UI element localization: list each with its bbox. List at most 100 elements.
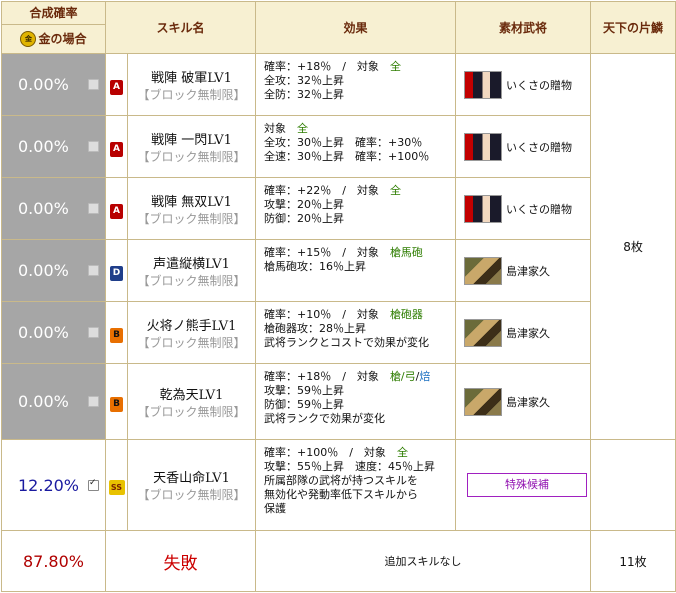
effect-line: 確率：+10％ / 対象 槍砲器 bbox=[264, 308, 451, 322]
effect-line: 槍馬砲攻：16％上昇 bbox=[264, 260, 451, 274]
skill-name: 戦陣 破軍LV1 bbox=[151, 70, 232, 86]
rate-cell: 0.00% bbox=[1, 239, 106, 302]
effect-line: 確率：+18％ / 対象 槍/弓/焙 bbox=[264, 370, 451, 384]
skill-cell: 声遣縦横LV1 【ブロック無制限】 bbox=[126, 239, 257, 302]
select-checkbox[interactable] bbox=[88, 478, 99, 491]
effect-line: 防御：20％上昇 bbox=[264, 212, 451, 226]
header-effect: 効果 bbox=[255, 1, 457, 54]
effect-line: 保護 bbox=[264, 502, 451, 516]
effect-line: 所属部隊の武将が持つスキルを bbox=[264, 474, 451, 488]
effect-text: 保護 bbox=[264, 502, 287, 515]
material-entry[interactable]: いくさの贈物 bbox=[464, 194, 590, 223]
header-row: 合成確率 金 金の場合 スキル名 効果 素材武将 天下の片鱗 bbox=[1, 1, 676, 54]
skill-limit: 【ブロック無制限】 bbox=[137, 211, 246, 226]
material-entry[interactable]: 島津家久 bbox=[464, 256, 590, 285]
material-entry[interactable]: 島津家久 bbox=[464, 387, 590, 416]
effect-line: 無効化や発動率低下スキルから bbox=[264, 488, 451, 502]
material-name: いくさの贈物 bbox=[506, 202, 573, 216]
rate-value: 0.00% bbox=[18, 392, 69, 411]
material-entry[interactable]: 島津家久 bbox=[464, 318, 590, 347]
select-checkbox[interactable] bbox=[88, 203, 99, 214]
rank-cell: A bbox=[105, 115, 128, 178]
gold-coin-icon: 金 bbox=[20, 31, 37, 47]
effect-target: 槍馬砲 bbox=[389, 246, 423, 259]
kunoichi-portrait[interactable] bbox=[464, 132, 503, 161]
prob-subtitle: 金 金の場合 bbox=[2, 25, 105, 53]
skill-limit: 【ブロック無制限】 bbox=[137, 273, 246, 288]
effect-target: 焙 bbox=[419, 370, 431, 383]
effect-text: 確率：+22％ / 対象 bbox=[264, 184, 390, 197]
rate-value: 0.00% bbox=[18, 75, 69, 94]
rate-value: 0.00% bbox=[18, 137, 69, 156]
rank-badge-icon: B bbox=[110, 328, 123, 343]
effect-target: 全 bbox=[297, 122, 309, 135]
rank-badge-icon: A bbox=[110, 80, 123, 95]
effect-target: 全 bbox=[396, 446, 408, 459]
rank-cell: B bbox=[105, 363, 128, 440]
header-material: 素材武将 bbox=[455, 1, 592, 54]
no-additional-skill: 追加スキルなし bbox=[255, 530, 592, 592]
tenka-count: 8枚 bbox=[590, 53, 676, 440]
material-name: 島津家久 bbox=[506, 264, 551, 278]
skill-limit: 【ブロック無制限】 bbox=[137, 488, 246, 502]
skill-cell: 戦陣 一閃LV1 【ブロック無制限】 bbox=[126, 115, 257, 178]
skill-cell: 乾為天LV1 【ブロック無制限】 bbox=[126, 363, 257, 440]
effect-cell: 確率：+22％ / 対象 全攻撃：20％上昇 防御：20％上昇 bbox=[255, 177, 457, 240]
select-checkbox[interactable] bbox=[88, 327, 99, 338]
effect-cell: 確率：+100％ / 対象 全攻撃：55％上昇 速度：45％上昇 所属部隊の武将が… bbox=[255, 439, 457, 531]
kunoichi-portrait[interactable] bbox=[464, 70, 503, 99]
effect-cell: 確率：+15％ / 対象 槍馬砲 槍馬砲攻：16％上昇 bbox=[255, 239, 457, 302]
tenka-count-fail: 11枚 bbox=[590, 530, 676, 592]
header-probability: 合成確率 金 金の場合 bbox=[1, 1, 106, 54]
rate-cell: 0.00% bbox=[1, 363, 106, 440]
rank-badge-icon: D bbox=[110, 266, 123, 281]
material-cell: 島津家久 bbox=[455, 301, 592, 364]
effect-text: 攻撃：55％上昇 速度：45％上昇 bbox=[264, 460, 436, 473]
effect-cell: 確率：+18％ / 対象 全全攻：32％上昇 全防：32％上昇 bbox=[255, 53, 457, 116]
effect-line: 確率：+22％ / 対象 全 bbox=[264, 184, 451, 198]
skill-row: 0.00% D 声遣縦横LV1 【ブロック無制限】 確率：+15％ / 対象 槍馬砲 槍馬… bbox=[1, 239, 676, 302]
header-tenka: 天下の片鱗 bbox=[590, 1, 676, 54]
shimazu-portrait[interactable] bbox=[464, 387, 503, 416]
material-entry[interactable]: いくさの贈物 bbox=[464, 132, 590, 161]
effect-line: 槍砲器攻：28％上昇 bbox=[264, 322, 451, 336]
effect-text: 防御：20％上昇 bbox=[264, 212, 345, 225]
skill-row: 0.00% A 戦陣 破軍LV1 【ブロック無制限】 確率：+18％ / 対象 全全攻：… bbox=[1, 53, 676, 440]
rate-cell: 0.00% bbox=[1, 53, 106, 116]
rank-cell: A bbox=[105, 53, 128, 116]
material-cell: 島津家久 bbox=[455, 239, 592, 302]
select-checkbox[interactable] bbox=[88, 79, 99, 90]
shimazu-portrait[interactable] bbox=[464, 256, 503, 285]
rate-cell: 0.00% bbox=[1, 301, 106, 364]
effect-line: 全防：32％上昇 bbox=[264, 88, 451, 102]
special-candidate-button[interactable]: 特殊候補 bbox=[467, 473, 588, 497]
select-checkbox[interactable] bbox=[88, 265, 99, 276]
skill-limit: 【ブロック無制限】 bbox=[137, 149, 246, 164]
kunoichi-portrait[interactable] bbox=[464, 194, 503, 223]
effect-target: 槍/弓 bbox=[389, 370, 416, 383]
effect-text: 武将ランクで効果が変化 bbox=[264, 412, 386, 425]
effect-line: 確率：+18％ / 対象 全 bbox=[264, 60, 451, 74]
material-entry[interactable]: いくさの贈物 bbox=[464, 70, 590, 99]
skill-fusion-table: 合成確率 金 金の場合 スキル名 効果 素材武将 天下の片鱗 0.00% A 戦陣 … bbox=[1, 1, 676, 592]
material-cell: 島津家久 bbox=[455, 363, 592, 440]
shimazu-portrait[interactable] bbox=[464, 318, 503, 347]
header-skill-name: スキル名 bbox=[104, 1, 257, 54]
effect-cell: 確率：+18％ / 対象 槍/弓/焙 攻撃：59％上昇 防御：59％上昇 武将ランクで… bbox=[255, 363, 457, 440]
effect-cell: 対象 全全攻：30％上昇 確率：+30％ 全速：30％上昇 確率：+100％ bbox=[255, 115, 457, 178]
select-checkbox[interactable] bbox=[88, 141, 99, 152]
prob-sub-label: 金の場合 bbox=[38, 32, 87, 46]
rate-cell: 0.00% bbox=[1, 177, 106, 240]
skill-row: 0.00% A 戦陣 無双LV1 【ブロック無制限】 確率：+22％ / 対象 全攻撃：… bbox=[1, 177, 676, 240]
rate-value: 12.20% bbox=[18, 475, 80, 495]
rate-cell: 0.00% bbox=[1, 115, 106, 178]
rank-cell: B bbox=[105, 301, 128, 364]
prob-title: 合成確率 bbox=[2, 2, 105, 25]
skill-cell: 火将ノ熊手LV1 【ブロック無制限】 bbox=[126, 301, 257, 364]
effect-text: 確率：+15％ / 対象 bbox=[264, 246, 390, 259]
effect-line: 確率：+100％ / 対象 全 bbox=[264, 446, 451, 460]
skill-name: 戦陣 無双LV1 bbox=[151, 194, 232, 210]
effect-line: 攻撃：55％上昇 速度：45％上昇 bbox=[264, 460, 451, 474]
select-checkbox[interactable] bbox=[88, 396, 99, 407]
rank-badge-icon: SS bbox=[108, 480, 125, 495]
